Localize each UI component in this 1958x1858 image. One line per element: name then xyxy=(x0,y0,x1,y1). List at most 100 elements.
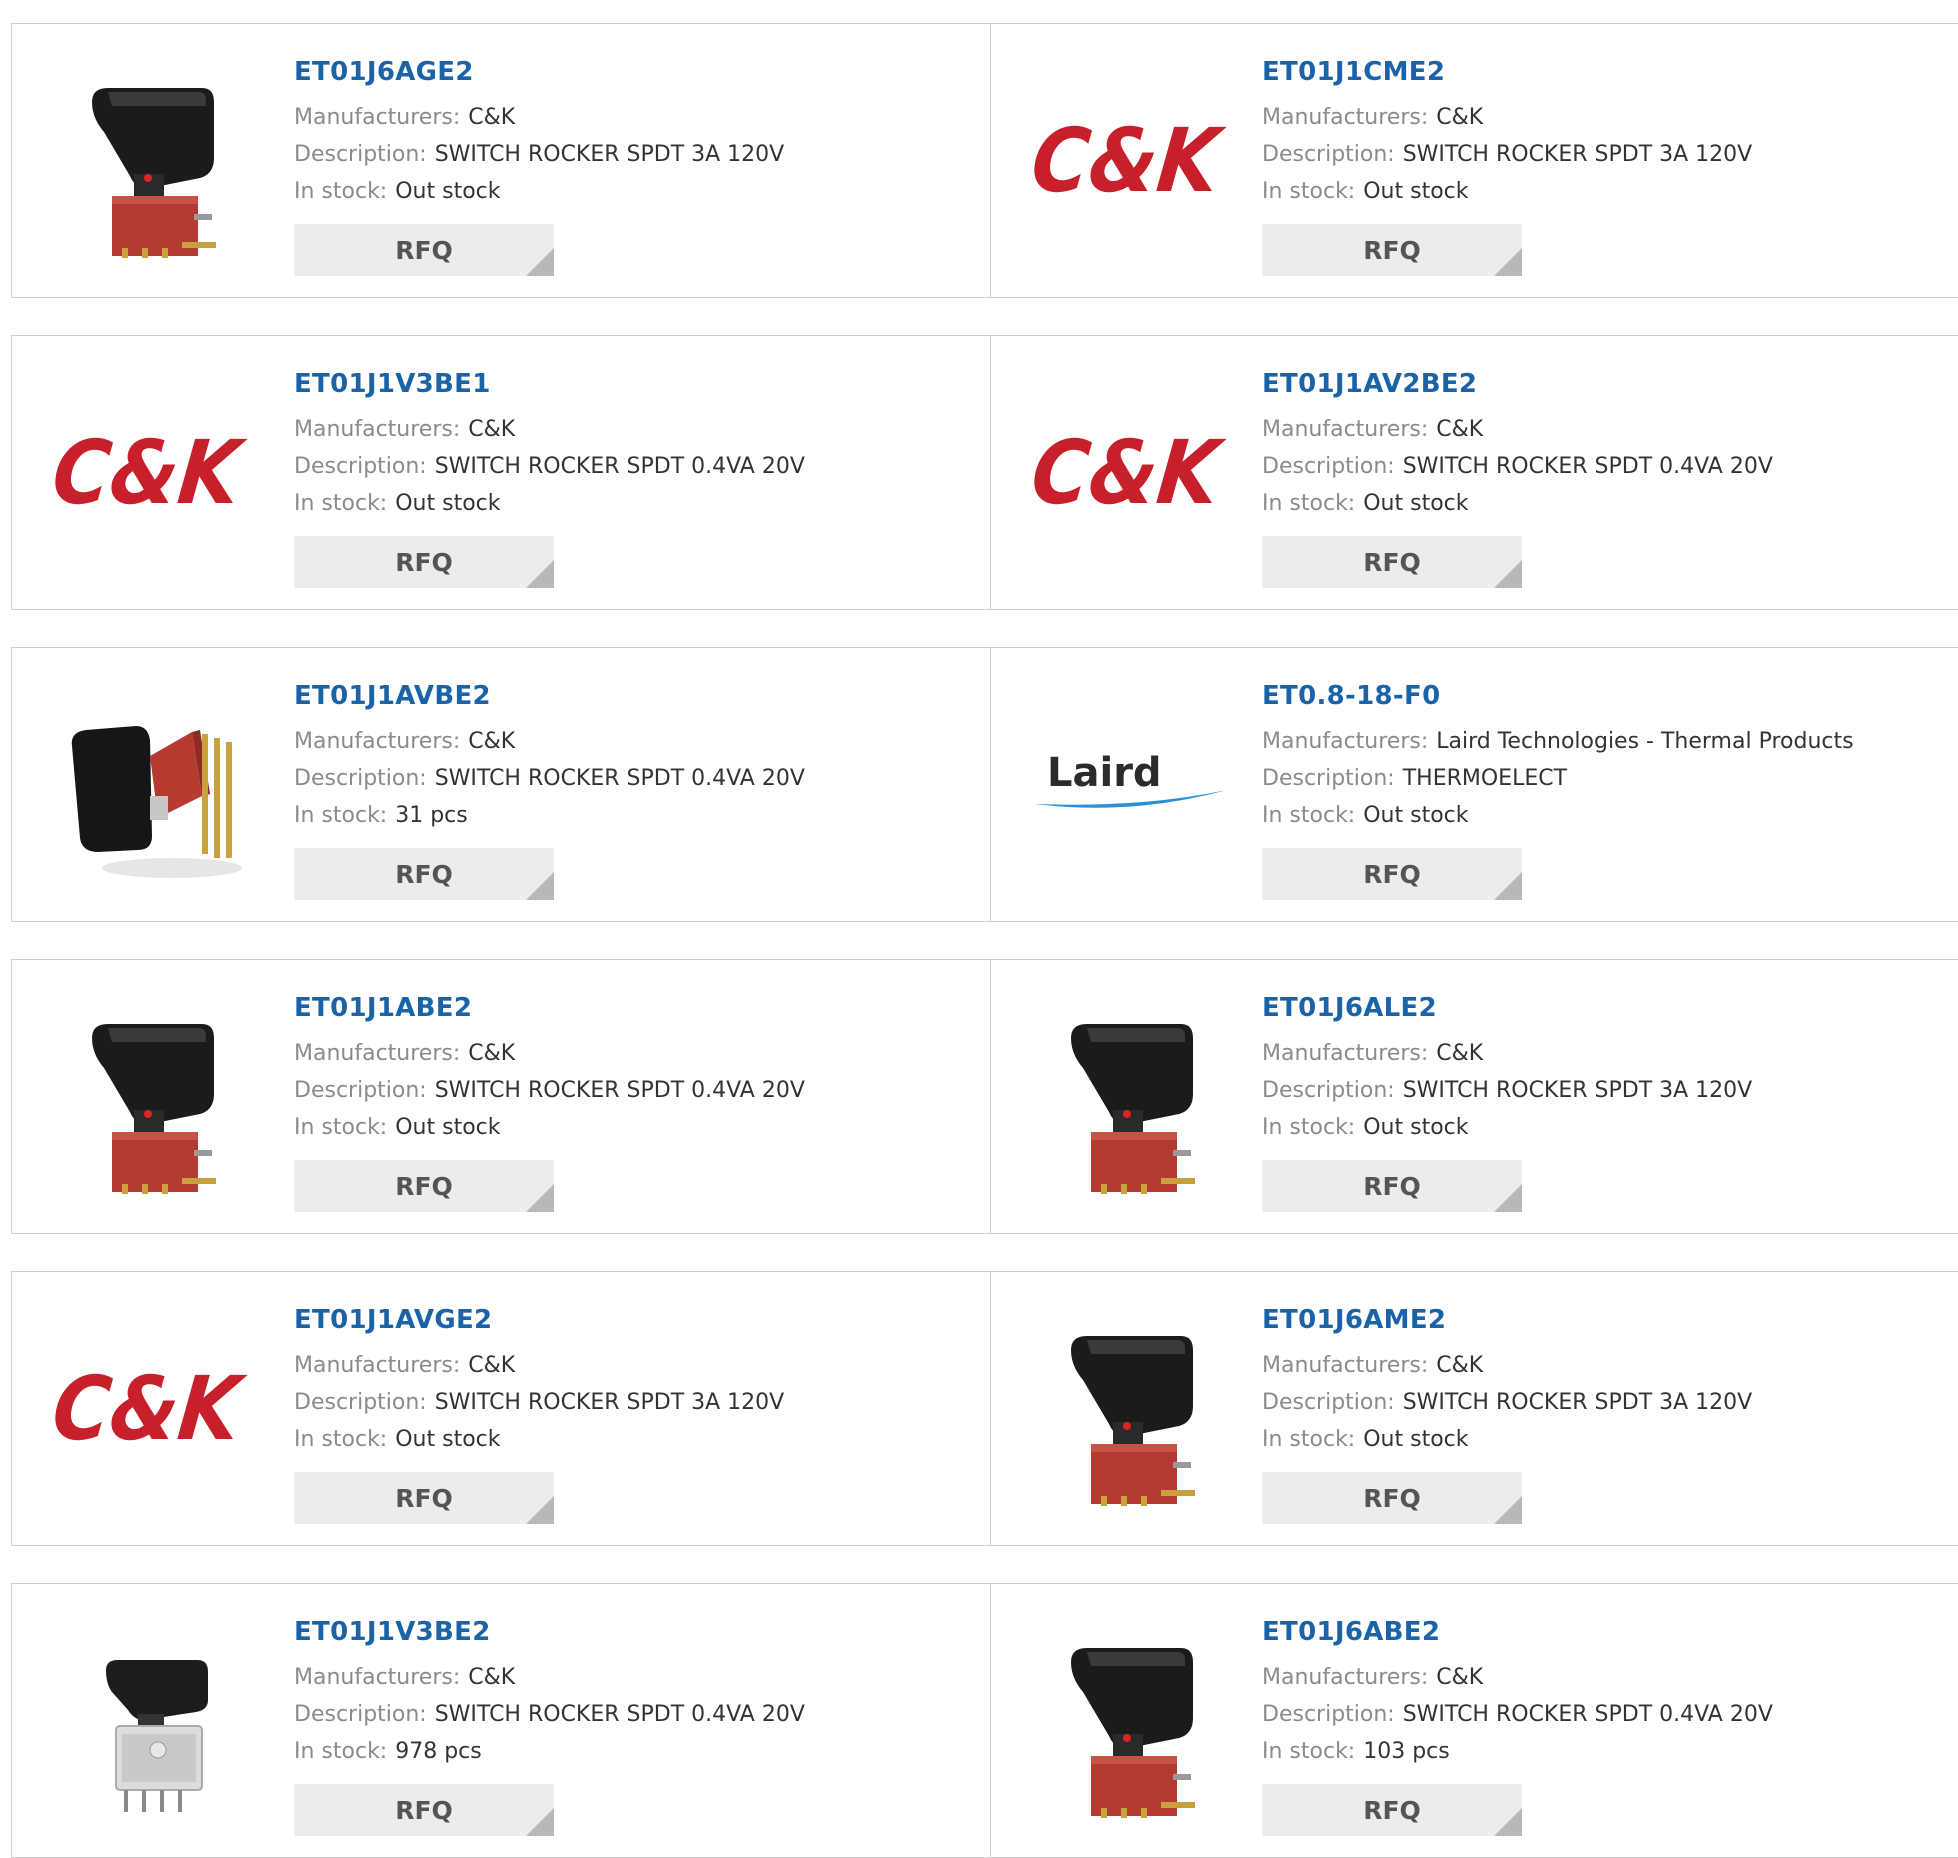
manufacturer-value: C&K xyxy=(1436,1353,1484,1378)
corner-triangle-icon xyxy=(1494,872,1522,900)
manufacturer-label: Manufacturers: xyxy=(294,1353,461,1378)
manufacturer-label: Manufacturers: xyxy=(1262,105,1429,130)
product-info: ET01J6AME2 Manufacturers: C&K Description… xyxy=(1262,1302,1752,1458)
product-info: ET0.8-18-F0 Manufacturers: Laird Technolo… xyxy=(1262,678,1854,834)
product-image[interactable]: C&K xyxy=(52,374,252,574)
ck-logo-icon: C&K xyxy=(1031,109,1229,212)
rocker-switch-red-base-icon xyxy=(1071,1336,1195,1506)
corner-triangle-icon xyxy=(526,1496,554,1524)
rfq-label: RFQ xyxy=(1363,859,1421,889)
product-card: ET01J6AGE2 Manufacturers: C&K Description… xyxy=(11,23,990,298)
stock-label: In stock: xyxy=(1262,1739,1356,1764)
product-info: ET01J1ABE2 Manufacturers: C&K Description… xyxy=(294,990,805,1146)
product-image[interactable]: C&K xyxy=(1031,374,1231,574)
part-number-link[interactable]: ET01J1AV2BE2 xyxy=(1262,366,1773,402)
description-row: Description: THERMOELECT xyxy=(1262,760,1854,797)
part-number-link[interactable]: ET01J6ABE2 xyxy=(1262,1614,1773,1650)
description-row: Description: SWITCH ROCKER SPDT 3A 120V xyxy=(294,1384,784,1421)
description-value: SWITCH ROCKER SPDT 0.4VA 20V xyxy=(434,1078,805,1103)
product-grid: ET01J6AGE2 Manufacturers: C&K Description… xyxy=(11,23,1958,1858)
manufacturer-value: C&K xyxy=(468,105,516,130)
rfq-button[interactable]: RFQ xyxy=(1262,1784,1522,1836)
part-number-link[interactable]: ET0.8-18-F0 xyxy=(1262,678,1854,714)
product-card: ET01J1ABE2 Manufacturers: C&K Description… xyxy=(11,959,990,1234)
product-info: ET01J6ABE2 Manufacturers: C&K Description… xyxy=(1262,1614,1773,1770)
rfq-button[interactable]: RFQ xyxy=(294,536,554,588)
manufacturer-row: Manufacturers: Laird Technologies - Therm… xyxy=(1262,723,1854,760)
product-image[interactable] xyxy=(52,998,252,1198)
rfq-button[interactable]: RFQ xyxy=(294,224,554,276)
manufacturer-row: Manufacturers: C&K xyxy=(294,411,805,448)
part-number-link[interactable]: ET01J1ABE2 xyxy=(294,990,805,1026)
description-row: Description: SWITCH ROCKER SPDT 0.4VA 20V xyxy=(294,1072,805,1109)
description-label: Description: xyxy=(1262,766,1395,791)
part-number-link[interactable]: ET01J1AVBE2 xyxy=(294,678,805,714)
manufacturer-value: C&K xyxy=(1436,105,1484,130)
svg-text:C&K: C&K xyxy=(1031,109,1229,212)
svg-text:Laird: Laird xyxy=(1047,750,1162,796)
description-row: Description: SWITCH ROCKER SPDT 0.4VA 20V xyxy=(1262,1696,1773,1733)
description-value: SWITCH ROCKER SPDT 3A 120V xyxy=(434,142,785,167)
stock-row: In stock: Out stock xyxy=(1262,173,1752,210)
manufacturer-row: Manufacturers: C&K xyxy=(1262,1659,1773,1696)
rfq-button[interactable]: RFQ xyxy=(1262,848,1522,900)
description-label: Description: xyxy=(294,1390,427,1415)
product-info: ET01J1V3BE1 Manufacturers: C&K Descriptio… xyxy=(294,366,805,522)
rfq-button[interactable]: RFQ xyxy=(1262,224,1522,276)
part-number-link[interactable]: ET01J6AGE2 xyxy=(294,54,784,90)
product-image[interactable] xyxy=(52,686,252,886)
description-value: SWITCH ROCKER SPDT 0.4VA 20V xyxy=(434,454,805,479)
part-number-link[interactable]: ET01J1V3BE1 xyxy=(294,366,805,402)
rfq-label: RFQ xyxy=(395,235,453,265)
stock-value: Out stock xyxy=(1363,1427,1469,1452)
rfq-button[interactable]: RFQ xyxy=(1262,1472,1522,1524)
rfq-button[interactable]: RFQ xyxy=(294,848,554,900)
stock-row: In stock: 103 pcs xyxy=(1262,1733,1773,1770)
description-value: SWITCH ROCKER SPDT 0.4VA 20V xyxy=(434,1702,805,1727)
corner-triangle-icon xyxy=(1494,1184,1522,1212)
description-value: SWITCH ROCKER SPDT 3A 120V xyxy=(434,1390,785,1415)
part-number-link[interactable]: ET01J1CME2 xyxy=(1262,54,1752,90)
stock-value: Out stock xyxy=(1363,491,1469,516)
description-label: Description: xyxy=(294,142,427,167)
product-card: ET01J6ABE2 Manufacturers: C&K Description… xyxy=(990,1583,1958,1858)
stock-value: Out stock xyxy=(395,179,501,204)
rfq-button[interactable]: RFQ xyxy=(294,1472,554,1524)
svg-text:C&K: C&K xyxy=(1031,421,1229,524)
rfq-label: RFQ xyxy=(1363,1171,1421,1201)
product-image[interactable] xyxy=(1031,1310,1231,1510)
rfq-button[interactable]: RFQ xyxy=(294,1784,554,1836)
part-number-link[interactable]: ET01J1V3BE2 xyxy=(294,1614,805,1650)
stock-value: Out stock xyxy=(1363,1115,1469,1140)
product-image[interactable] xyxy=(1031,1622,1231,1822)
stock-row: In stock: Out stock xyxy=(294,1109,805,1146)
stock-row: In stock: Out stock xyxy=(294,485,805,522)
manufacturer-label: Manufacturers: xyxy=(1262,729,1429,754)
manufacturer-value: Laird Technologies - Thermal Products xyxy=(1436,729,1854,754)
manufacturer-row: Manufacturers: C&K xyxy=(294,1035,805,1072)
manufacturer-row: Manufacturers: C&K xyxy=(294,723,805,760)
part-number-link[interactable]: ET01J6AME2 xyxy=(1262,1302,1752,1338)
manufacturer-label: Manufacturers: xyxy=(294,729,461,754)
product-card: C&K ET01J1V3BE1 Manufacturers: C&K Descri… xyxy=(11,335,990,610)
part-number-link[interactable]: ET01J1AVGE2 xyxy=(294,1302,784,1338)
manufacturer-label: Manufacturers: xyxy=(1262,1041,1429,1066)
description-row: Description: SWITCH ROCKER SPDT 3A 120V xyxy=(1262,1384,1752,1421)
product-image[interactable] xyxy=(52,62,252,262)
product-image[interactable]: C&K xyxy=(52,1310,252,1510)
corner-triangle-icon xyxy=(1494,560,1522,588)
description-value: SWITCH ROCKER SPDT 0.4VA 20V xyxy=(1402,1702,1773,1727)
part-number-link[interactable]: ET01J6ALE2 xyxy=(1262,990,1752,1026)
rfq-button[interactable]: RFQ xyxy=(1262,1160,1522,1212)
rfq-label: RFQ xyxy=(1363,1483,1421,1513)
manufacturer-label: Manufacturers: xyxy=(1262,1665,1429,1690)
rfq-button[interactable]: RFQ xyxy=(294,1160,554,1212)
product-image[interactable] xyxy=(1031,998,1231,1198)
manufacturer-row: Manufacturers: C&K xyxy=(1262,1035,1752,1072)
rfq-button[interactable]: RFQ xyxy=(1262,536,1522,588)
stock-label: In stock: xyxy=(294,1739,388,1764)
product-image[interactable] xyxy=(52,1622,252,1822)
product-image[interactable]: C&K xyxy=(1031,62,1231,262)
product-image[interactable]: Laird xyxy=(1031,686,1231,886)
description-value: SWITCH ROCKER SPDT 3A 120V xyxy=(1402,142,1753,167)
